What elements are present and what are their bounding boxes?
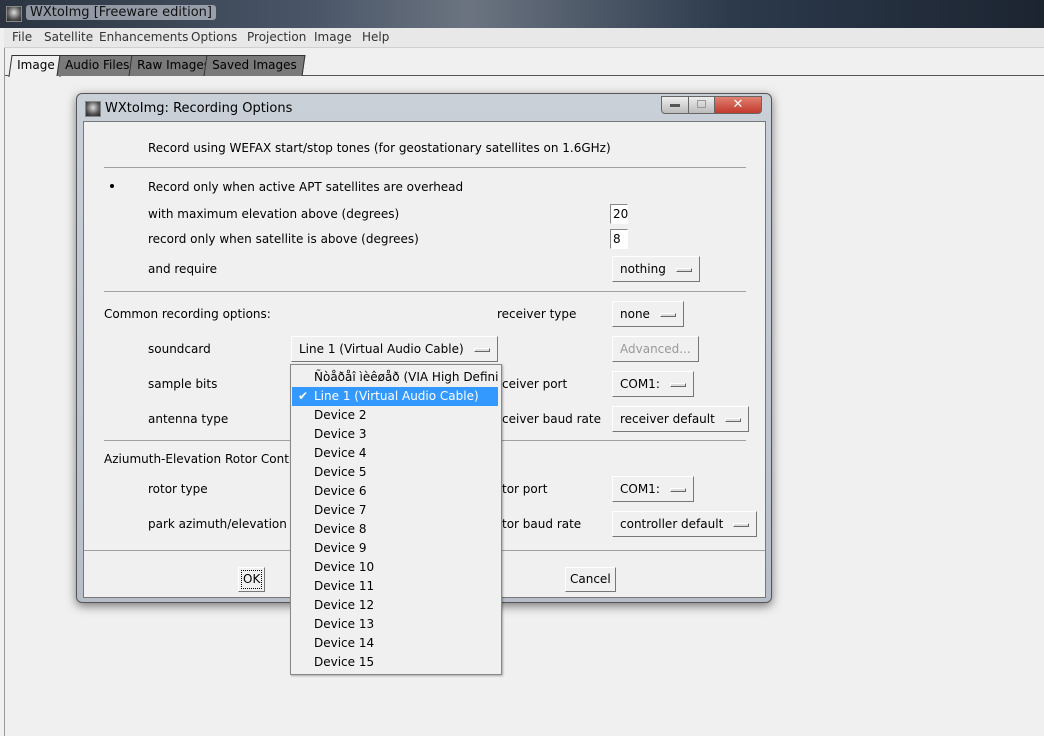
dialog-title: WXtoImg: Recording Options [105,101,293,116]
apt-label: Record only when active APT satellites a… [148,180,464,194]
rotor-baud-label: rotor baud rate [490,517,582,531]
menu-indicator-icon [724,417,741,422]
menu-indicator-icon [659,312,676,317]
soundcard-option[interactable]: Device 10 [292,558,498,577]
main-frame-border [4,48,5,736]
soundcard-option[interactable]: Device 9 [292,539,498,558]
option-label: Device 12 [314,598,375,612]
require-menu-button[interactable]: nothing [612,256,700,282]
soundcard-menu-button[interactable]: Line 1 (Virtual Audio Cable) [291,336,498,362]
option-label: Ñòåðåî ìèêøåð (VIA High Definit [314,370,498,384]
menu-help[interactable]: Help [362,30,389,44]
tab-audio-files[interactable]: Audio Files [56,55,138,76]
soundcard-option[interactable]: Device 6 [292,482,498,501]
separator [104,167,746,168]
option-label: Device 14 [314,636,375,650]
separator [104,291,746,292]
max-elevation-label: with maximum elevation above (degrees) [148,207,400,221]
option-label: Device 2 [314,408,367,422]
soundcard-option[interactable]: Device 15 [292,653,498,672]
app-title-bar: WXtoImg [Freeware edition] [0,0,1044,28]
option-label: Device 13 [314,617,375,631]
soundcard-option[interactable]: Device 7 [292,501,498,520]
soundcard-option[interactable]: Device 2 [292,406,498,425]
soundcard-option[interactable]: Device 5 [292,463,498,482]
tab-image[interactable]: Image [8,55,64,77]
min-elevation-input[interactable]: 8 [610,229,628,249]
menu-options[interactable]: Options [191,30,237,44]
option-label: Device 10 [314,560,375,574]
rotor-baud-menu-button[interactable]: controller default [612,511,758,537]
option-label: Device 7 [314,503,367,517]
soundcard-option[interactable]: Ñòåðåî ìèêøåð (VIA High Definit [292,368,498,387]
soundcard-option[interactable]: Device 14 [292,634,498,653]
menu-image[interactable]: Image [314,30,352,44]
menu-indicator-icon [669,382,686,387]
menu-bar: File Satellite Enhancements Options Proj… [4,28,1044,48]
wefax-label: Record using WEFAX start/stop tones (for… [148,141,611,155]
menu-indicator-icon [675,267,692,272]
tab-saved-images[interactable]: Saved Images [203,55,306,76]
soundcard-option[interactable]: Device 12 [292,596,498,615]
close-button[interactable]: ✕ [714,96,762,114]
park-label: park azimuth/elevation [148,517,287,531]
menu-projection[interactable]: Projection [247,30,306,44]
menu-indicator-icon [733,522,750,527]
option-label: Device 8 [314,522,367,536]
rotor-port-menu-button[interactable]: COM1: [612,476,694,502]
menu-file[interactable]: File [12,30,32,44]
maximize-button[interactable] [688,96,715,114]
soundcard-option[interactable]: Device 13 [292,615,498,634]
checkmark-icon: ✔ [298,389,309,403]
soundcard-option[interactable]: Device 8 [292,520,498,539]
receiver-type-label: receiver type [497,307,577,321]
tab-bar: Image Audio Files Raw Images Saved Image… [4,52,1044,77]
receiver-type-menu-button[interactable]: none [612,301,684,327]
antenna-type-label: antenna type [148,412,229,426]
app-icon [6,6,22,22]
option-label: Device 5 [314,465,367,479]
rotor-section-label: Aziumuth-Elevation Rotor Control: [104,452,309,466]
apt-radio[interactable] [107,181,117,191]
menu-satellite[interactable]: Satellite [44,30,93,44]
option-label: Device 6 [314,484,367,498]
dialog-icon [85,101,101,117]
close-icon: ✕ [732,97,744,112]
option-label: Device 4 [314,446,367,460]
option-label: Device 11 [314,579,375,593]
min-elevation-label: record only when satellite is above (deg… [148,232,419,246]
option-label: Device 15 [314,655,375,669]
max-elevation-input[interactable]: 20 [610,204,628,224]
soundcard-option[interactable]: Device 3 [292,425,498,444]
advanced-button[interactable]: Advanced... [612,336,699,362]
menu-indicator-icon [473,347,490,352]
soundcard-option[interactable]: ✔ Line 1 (Virtual Audio Cable) [292,387,498,406]
soundcard-label: soundcard [148,342,211,356]
wefax-radio[interactable] [107,142,117,152]
soundcard-option[interactable]: Device 4 [292,444,498,463]
menu-enhancements[interactable]: Enhancements [99,30,188,44]
app-title: WXtoImg [Freeware edition] [26,5,216,20]
common-options-label: Common recording options: [104,307,271,321]
minimize-button[interactable] [661,96,689,114]
cancel-button[interactable]: Cancel [565,567,616,592]
menu-indicator-icon [669,487,686,492]
sample-bits-label: sample bits [148,377,218,391]
option-label: Line 1 (Virtual Audio Cable) [314,389,479,403]
option-label: Device 3 [314,427,367,441]
receiver-port-menu-button[interactable]: COM1: [612,371,694,397]
option-label: Device 9 [314,541,367,555]
rotor-type-label: rotor type [148,482,208,496]
soundcard-option[interactable]: Device 11 [292,577,498,596]
receiver-baud-label: receiver baud rate [490,412,601,426]
ok-button[interactable]: OK [238,567,266,592]
receiver-baud-menu-button[interactable]: receiver default [612,406,749,432]
require-label: and require [148,262,218,276]
soundcard-dropdown-list: Ñòåðåî ìèêøåð (VIA High Definit ✔ Line 1 (… [290,364,502,675]
